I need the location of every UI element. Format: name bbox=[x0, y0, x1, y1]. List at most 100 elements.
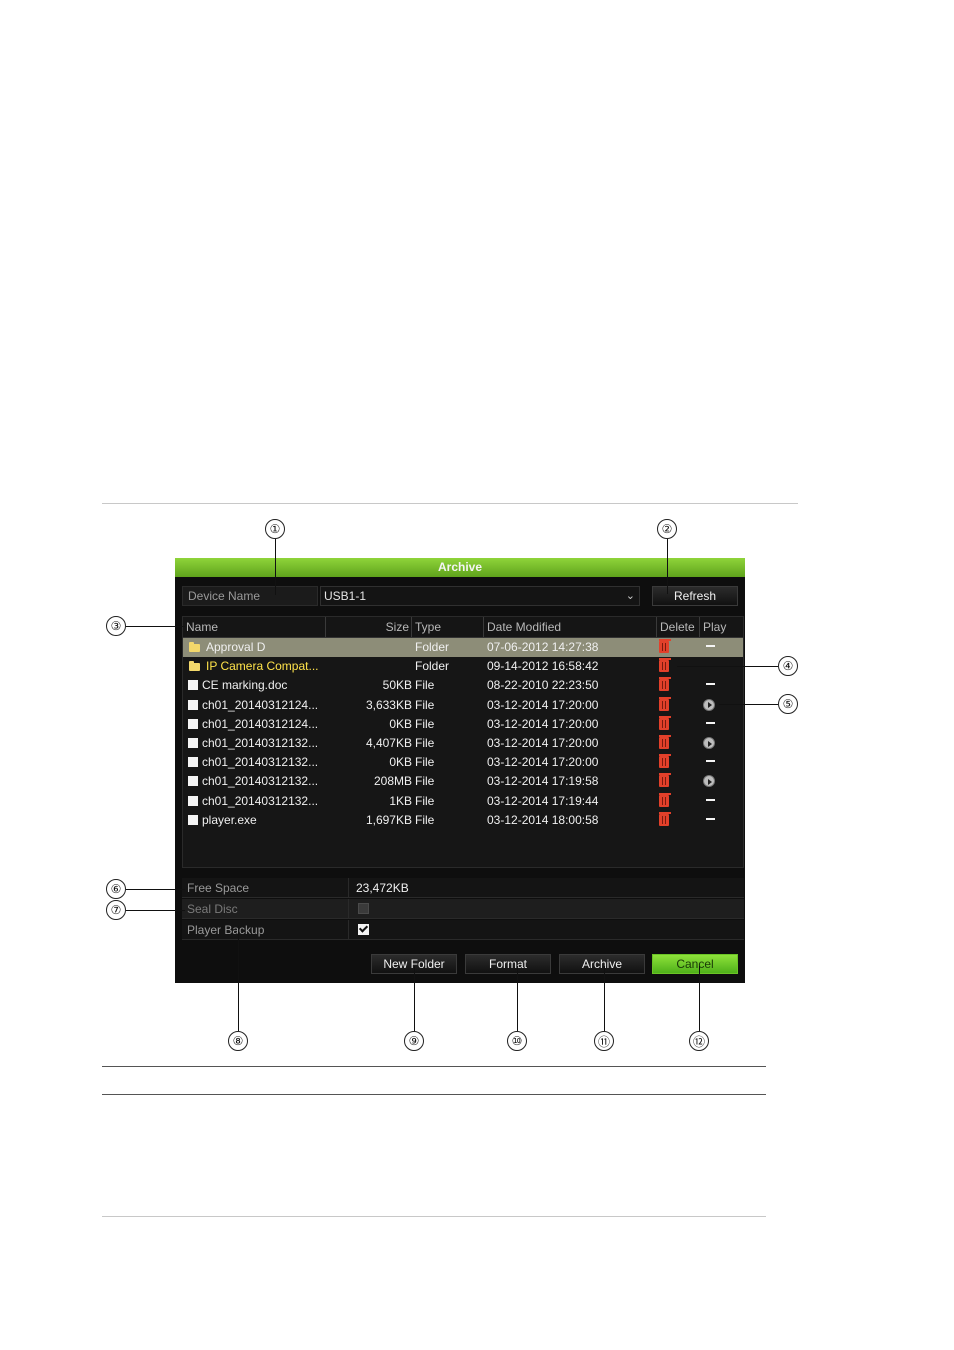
table-row[interactable]: player.exe 1,697KB File 03-12-2014 18:00:58 bbox=[183, 811, 743, 830]
leader-line bbox=[275, 539, 277, 595]
play-icon[interactable] bbox=[703, 775, 715, 788]
player-backup-checkbox[interactable] bbox=[358, 924, 369, 935]
trash-icon[interactable] bbox=[659, 715, 671, 730]
table-row[interactable]: IP Camera Compat... Folder 09-14-2012 16:5… bbox=[183, 657, 743, 676]
leader-line bbox=[699, 966, 701, 1031]
free-space-label: Free Space bbox=[187, 881, 250, 895]
callout-12: ⑫ bbox=[689, 1031, 709, 1051]
play-cell bbox=[703, 753, 723, 772]
callout-9: ⑨ bbox=[404, 1031, 424, 1051]
delete-cell bbox=[659, 753, 679, 772]
file-icon bbox=[188, 680, 198, 691]
trash-icon[interactable] bbox=[659, 811, 671, 826]
date-modified: 03-12-2014 17:20:00 bbox=[487, 755, 599, 770]
table-row[interactable]: ch01_20140312132... 0KB File 03-12-2014 17:… bbox=[183, 753, 743, 772]
table-row[interactable]: Approval D Folder 07-06-2012 14:27:38 bbox=[183, 638, 743, 657]
file-size bbox=[328, 638, 412, 657]
trash-icon[interactable] bbox=[659, 754, 671, 769]
player-backup-label: Player Backup bbox=[187, 923, 265, 937]
file-name-cell: ch01_20140312132... bbox=[186, 753, 326, 772]
archive-dialog: Archive Device Name USB1-1 ⌄ Refresh Nam… bbox=[175, 558, 745, 983]
date-modified: 07-06-2012 14:27:38 bbox=[487, 640, 599, 654]
leader-line bbox=[126, 910, 185, 912]
leader-line bbox=[677, 666, 778, 668]
table-header: Name Size Type Date Modified Delete Play bbox=[183, 617, 743, 638]
file-size: 0KB bbox=[389, 716, 412, 731]
file-size: 3,633KB bbox=[365, 697, 412, 712]
date-modified: 03-12-2014 17:20:00 bbox=[487, 697, 599, 712]
table-row[interactable]: ch01_20140312132... 4,407KB File 03-12-2014… bbox=[183, 734, 743, 753]
dash-icon bbox=[706, 683, 715, 686]
col-name[interactable]: Name bbox=[183, 617, 326, 637]
delete-cell bbox=[659, 696, 679, 715]
dash-icon bbox=[706, 645, 715, 647]
play-icon[interactable] bbox=[703, 737, 715, 749]
chevron-down-icon: ⌄ bbox=[625, 590, 635, 602]
callout-4: ④ bbox=[778, 656, 798, 676]
dash-icon bbox=[706, 817, 715, 820]
trash-icon[interactable] bbox=[659, 792, 671, 807]
play-cell bbox=[703, 638, 723, 657]
col-type[interactable]: Type bbox=[412, 617, 484, 637]
file-type: File bbox=[415, 774, 435, 789]
callout-5: ⑤ bbox=[778, 694, 798, 714]
archive-button[interactable]: Archive bbox=[559, 954, 645, 974]
table-row[interactable]: ch01_20140312124... 3,633KB File 03-12-2014… bbox=[183, 696, 743, 715]
device-name-select[interactable]: USB1-1 ⌄ bbox=[320, 586, 640, 606]
callout-6: ⑥ bbox=[106, 879, 126, 899]
file-size: 1,697KB bbox=[365, 812, 412, 827]
dash-icon bbox=[706, 798, 715, 801]
seal-disc-checkbox[interactable] bbox=[358, 903, 369, 914]
col-size[interactable]: Size bbox=[326, 617, 412, 637]
refresh-button[interactable]: Refresh bbox=[652, 586, 738, 606]
trash-icon[interactable] bbox=[659, 639, 671, 653]
date-modified: 03-12-2014 17:19:44 bbox=[487, 793, 599, 808]
leader-line bbox=[126, 889, 185, 891]
divider bbox=[348, 920, 349, 940]
table-row[interactable]: ch01_20140312124... 0KB File 03-12-2014 17:… bbox=[183, 715, 743, 734]
table-row[interactable]: ch01_20140312132... 1KB File 03-12-2014 17:… bbox=[183, 792, 743, 811]
callout-7: ⑦ bbox=[106, 900, 126, 920]
callout-1: ① bbox=[265, 519, 285, 539]
col-date-modified[interactable]: Date Modified bbox=[484, 617, 657, 637]
date-modified: 09-14-2012 16:58:42 bbox=[487, 659, 599, 674]
col-delete[interactable]: Delete bbox=[657, 617, 700, 637]
trash-icon[interactable] bbox=[659, 677, 671, 692]
file-name: ch01_20140312124... bbox=[202, 697, 319, 712]
file-type: File bbox=[415, 793, 435, 808]
file-name-cell: ch01_20140312132... bbox=[186, 772, 326, 791]
table-row[interactable]: CE marking.doc 50KB File 08-22-2010 22:23:5… bbox=[183, 676, 743, 695]
play-icon[interactable] bbox=[703, 698, 715, 711]
leader-line bbox=[667, 539, 669, 594]
leader-line bbox=[414, 966, 416, 1031]
trash-icon[interactable] bbox=[659, 658, 671, 673]
col-play[interactable]: Play bbox=[700, 617, 743, 637]
file-name-cell: player.exe bbox=[186, 811, 326, 830]
trash-icon[interactable] bbox=[659, 696, 671, 711]
table-row[interactable]: ch01_20140312132... 208MB File 03-12-2014 1… bbox=[183, 772, 743, 791]
bottom-rule bbox=[102, 1216, 766, 1217]
trash-icon[interactable] bbox=[659, 773, 671, 788]
callout-3: ③ bbox=[106, 616, 126, 636]
file-name-cell: ch01_20140312132... bbox=[186, 734, 326, 753]
caption-rule-top bbox=[102, 1066, 766, 1067]
file-size: 208MB bbox=[373, 774, 412, 789]
format-button[interactable]: Format bbox=[465, 954, 551, 974]
cancel-button[interactable]: Cancel bbox=[652, 954, 738, 974]
file-name: ch01_20140312124... bbox=[202, 716, 319, 731]
file-icon bbox=[188, 776, 198, 787]
file-name: ch01_20140312132... bbox=[202, 774, 319, 789]
leader-line bbox=[604, 966, 606, 1031]
file-type: File bbox=[415, 812, 435, 827]
leader-line bbox=[126, 626, 185, 628]
leader-line bbox=[517, 966, 519, 1031]
top-rule bbox=[102, 503, 798, 504]
delete-cell bbox=[659, 715, 679, 734]
trash-icon[interactable] bbox=[659, 735, 671, 749]
play-cell bbox=[703, 734, 723, 753]
file-icon bbox=[188, 795, 198, 806]
file-name: IP Camera Compat... bbox=[206, 659, 319, 674]
delete-cell bbox=[659, 792, 679, 811]
leader-line bbox=[719, 704, 778, 706]
file-type: File bbox=[415, 736, 435, 750]
